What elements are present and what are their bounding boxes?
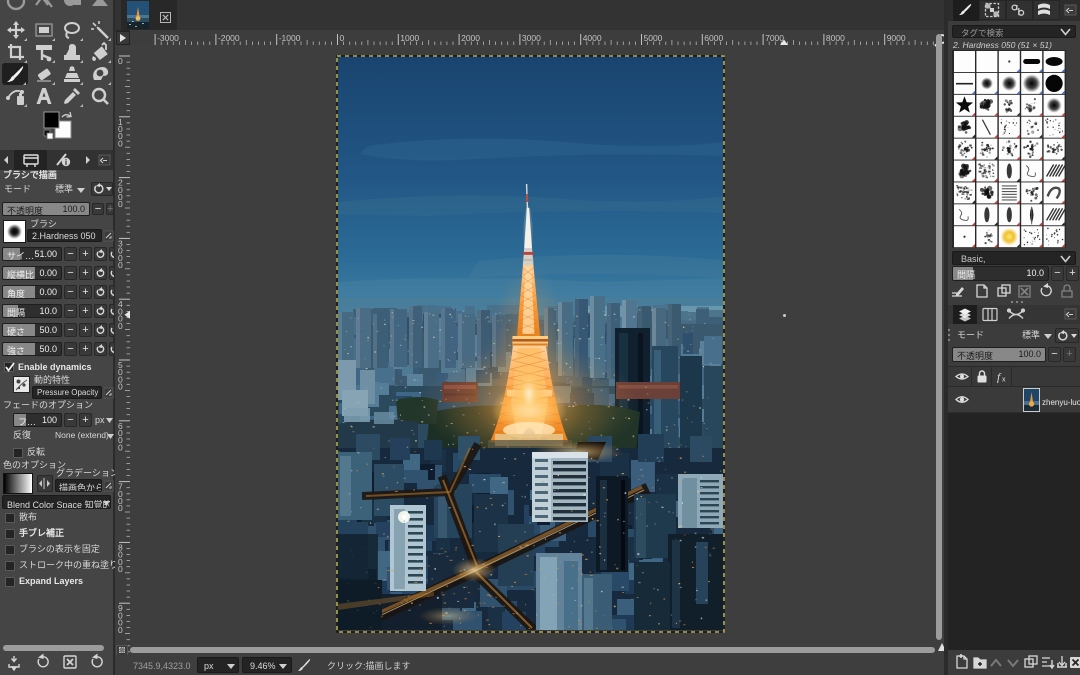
svg-text:0: 0 xyxy=(118,564,123,574)
svg-text:0: 0 xyxy=(118,382,123,392)
svg-text:0: 0 xyxy=(118,56,123,66)
svg-text:x: x xyxy=(1002,377,1006,384)
svg-text:0: 0 xyxy=(118,503,123,513)
svg-text:-2000: -2000 xyxy=(218,33,240,43)
svg-text:0: 0 xyxy=(118,138,123,148)
svg-text:-3000: -3000 xyxy=(157,33,179,43)
svg-text:-1000: -1000 xyxy=(279,33,301,43)
svg-text:0: 0 xyxy=(118,625,123,635)
svg-text:0: 0 xyxy=(118,199,123,209)
svg-text:i: i xyxy=(65,158,67,167)
svg-text:0: 0 xyxy=(118,442,123,452)
svg-text:0: 0 xyxy=(118,260,123,270)
svg-text:0: 0 xyxy=(118,321,123,331)
